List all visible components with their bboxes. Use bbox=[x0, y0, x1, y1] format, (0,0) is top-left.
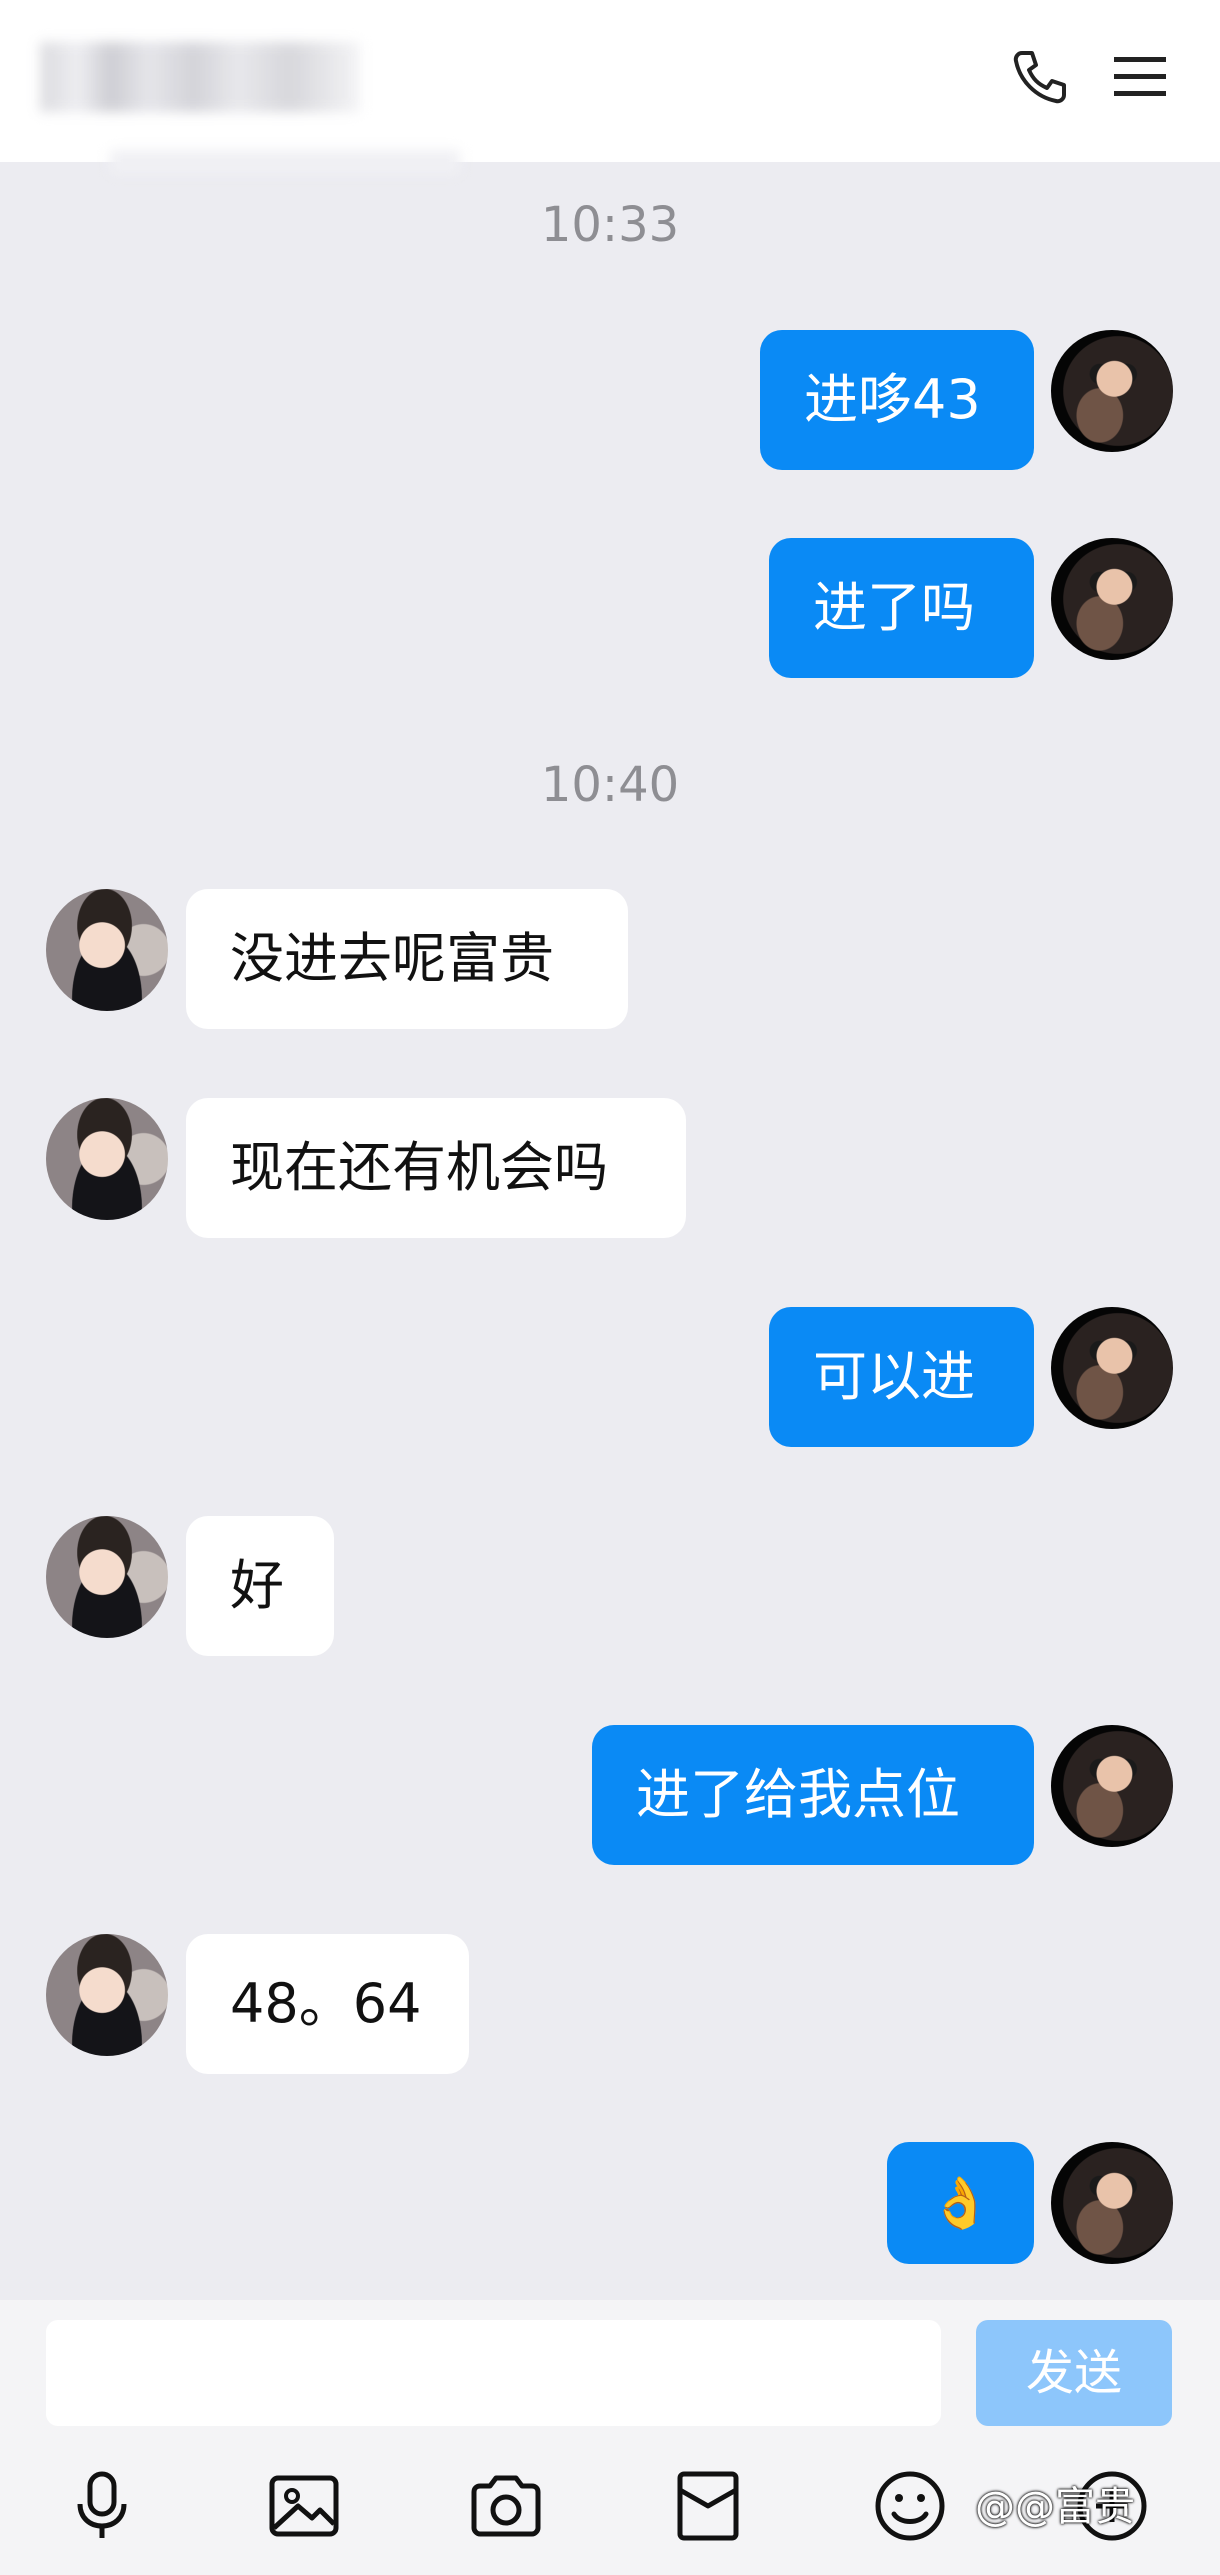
incoming-message[interactable]: 现在还有机会吗 bbox=[186, 1098, 686, 1238]
outgoing-message[interactable]: 进哆43 bbox=[760, 330, 1034, 470]
contact-avatar[interactable] bbox=[46, 889, 168, 1011]
image-icon[interactable] bbox=[264, 2466, 344, 2546]
incoming-message[interactable]: 好 bbox=[186, 1516, 334, 1656]
hamburger-menu-icon[interactable] bbox=[1108, 45, 1172, 109]
microphone-icon[interactable] bbox=[62, 2466, 142, 2546]
send-button[interactable]: 发送 bbox=[976, 2320, 1172, 2426]
red-packet-icon[interactable] bbox=[668, 2466, 748, 2546]
camera-icon[interactable] bbox=[466, 2466, 546, 2546]
contact-avatar[interactable] bbox=[46, 1098, 168, 1220]
incoming-message[interactable]: 48。64 bbox=[186, 1934, 469, 2074]
incoming-message[interactable]: 没进去呢富贵 bbox=[186, 889, 628, 1029]
outgoing-message[interactable]: 进了吗 bbox=[769, 538, 1034, 678]
timestamp: 10:40 bbox=[540, 757, 680, 813]
self-avatar[interactable] bbox=[1051, 538, 1173, 660]
watermark: @@富贵 bbox=[975, 2484, 1135, 2530]
redaction-shadow bbox=[110, 150, 460, 174]
outgoing-message[interactable]: 进了给我点位 bbox=[592, 1725, 1034, 1865]
contact-name-redacted bbox=[40, 42, 360, 112]
emoji-icon[interactable] bbox=[870, 2466, 950, 2546]
self-avatar[interactable] bbox=[1051, 1725, 1173, 1847]
contact-avatar[interactable] bbox=[46, 1934, 168, 2056]
phone-icon[interactable] bbox=[1008, 45, 1072, 109]
self-avatar[interactable] bbox=[1051, 2142, 1173, 2264]
contact-avatar[interactable] bbox=[46, 1516, 168, 1638]
message-input[interactable] bbox=[46, 2320, 941, 2426]
self-avatar[interactable] bbox=[1051, 330, 1173, 452]
outgoing-message[interactable]: 可以进 bbox=[769, 1307, 1034, 1447]
outgoing-emoji-message[interactable]: 👌 bbox=[887, 2142, 1034, 2264]
chat-header bbox=[0, 0, 1220, 174]
self-avatar[interactable] bbox=[1051, 1307, 1173, 1429]
timestamp: 10:33 bbox=[540, 197, 680, 253]
chat-screen: 10:33 进哆43 进了吗 10:40 没进去呢富贵 现在还有机会吗 可以进 … bbox=[0, 0, 1220, 2575]
